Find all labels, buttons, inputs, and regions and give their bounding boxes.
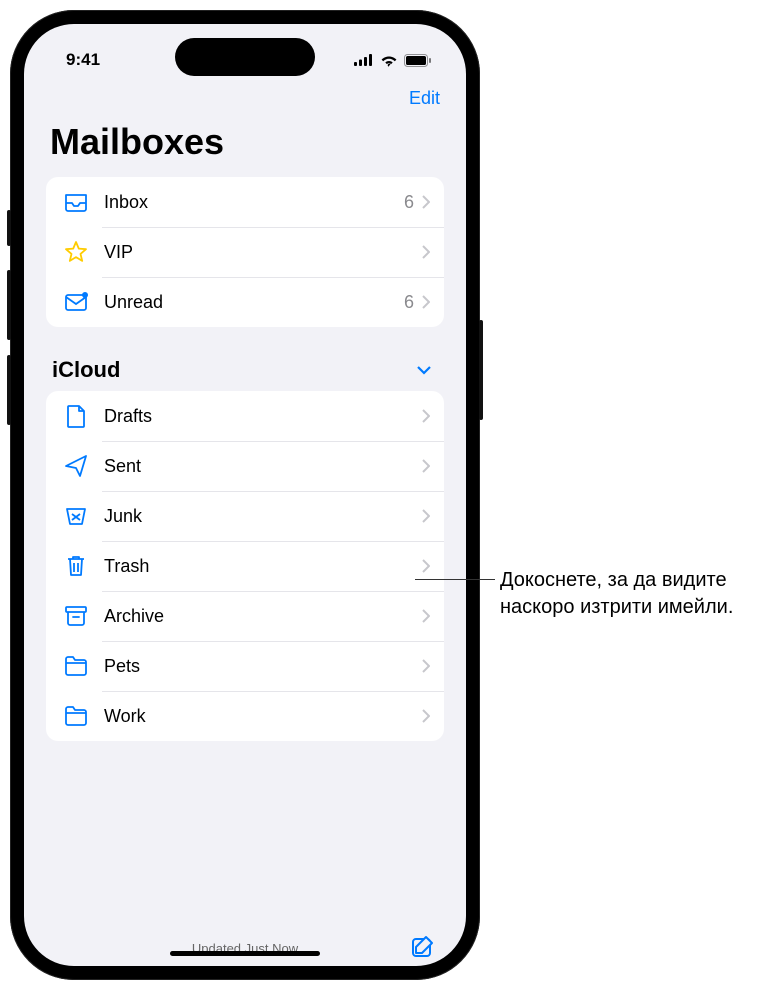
page-title: Mailboxes	[24, 115, 466, 177]
callout-line	[415, 579, 495, 580]
edit-button[interactable]: Edit	[409, 88, 440, 109]
mailbox-row-vip[interactable]: VIP	[46, 227, 444, 277]
phone-frame: 9:41 Edit Mailboxes Inbox6VIPUnread6 iCl…	[10, 10, 480, 980]
home-indicator[interactable]	[170, 951, 320, 956]
mailbox-row-work[interactable]: Work	[46, 691, 444, 741]
folder-icon	[62, 702, 90, 730]
mailbox-label: Junk	[104, 506, 422, 527]
chevron-right-icon	[422, 559, 430, 573]
battery-icon	[404, 54, 432, 67]
mailbox-label: Archive	[104, 606, 422, 627]
screen: 9:41 Edit Mailboxes Inbox6VIPUnread6 iCl…	[24, 24, 466, 966]
mailbox-row-unread[interactable]: Unread6	[46, 277, 444, 327]
mute-switch	[7, 210, 11, 246]
mailbox-label: Work	[104, 706, 422, 727]
folder-icon	[62, 652, 90, 680]
junk-icon	[62, 502, 90, 530]
status-icons	[354, 54, 432, 67]
chevron-right-icon	[422, 409, 430, 423]
chevron-right-icon	[422, 245, 430, 259]
section-label: iCloud	[52, 357, 120, 383]
wifi-icon	[380, 54, 398, 67]
chevron-right-icon	[422, 659, 430, 673]
mailbox-label: VIP	[104, 242, 422, 263]
mailbox-label: Drafts	[104, 406, 422, 427]
nav-bar: Edit	[24, 78, 466, 115]
volume-down	[7, 355, 11, 425]
chevron-down-icon	[416, 365, 432, 375]
mailbox-row-sent[interactable]: Sent	[46, 441, 444, 491]
cellular-icon	[354, 54, 374, 66]
toolbar: Updated Just Now	[24, 927, 466, 966]
chevron-right-icon	[422, 709, 430, 723]
trash-icon	[62, 552, 90, 580]
chevron-right-icon	[422, 509, 430, 523]
drafts-icon	[62, 402, 90, 430]
mailbox-row-trash[interactable]: Trash	[46, 541, 444, 591]
mailbox-label: Trash	[104, 556, 422, 577]
callout-text: Докоснете, за да видите наскоро изтрити …	[500, 567, 750, 621]
dynamic-island	[175, 38, 315, 76]
chevron-right-icon	[422, 295, 430, 309]
chevron-right-icon	[422, 459, 430, 473]
power-button	[479, 320, 483, 420]
callout: Докоснете, за да видите наскоро изтрити …	[480, 567, 750, 621]
mailbox-row-pets[interactable]: Pets	[46, 641, 444, 691]
mailbox-count: 6	[404, 292, 414, 313]
smart-mailboxes-group: Inbox6VIPUnread6	[46, 177, 444, 327]
mailbox-row-inbox[interactable]: Inbox6	[46, 177, 444, 227]
mailbox-row-junk[interactable]: Junk	[46, 491, 444, 541]
status-time: 9:41	[66, 50, 100, 70]
mailbox-label: Inbox	[104, 192, 404, 213]
compose-button[interactable]	[410, 934, 436, 960]
mailbox-count: 6	[404, 192, 414, 213]
chevron-right-icon	[422, 609, 430, 623]
chevron-right-icon	[422, 195, 430, 209]
inbox-icon	[62, 188, 90, 216]
unread-icon	[62, 288, 90, 316]
mailbox-row-drafts[interactable]: Drafts	[46, 391, 444, 441]
icloud-mailboxes-group: Drafts Sent Junk Trash Archive Pets Work	[46, 391, 444, 741]
archive-icon	[62, 602, 90, 630]
mailbox-label: Sent	[104, 456, 422, 477]
sent-icon	[62, 452, 90, 480]
icloud-section-header[interactable]: iCloud	[24, 339, 466, 391]
compose-icon	[410, 934, 436, 960]
volume-up	[7, 270, 11, 340]
mailbox-row-archive[interactable]: Archive	[46, 591, 444, 641]
mailbox-label: Pets	[104, 656, 422, 677]
star-icon	[62, 238, 90, 266]
mailbox-label: Unread	[104, 292, 404, 313]
